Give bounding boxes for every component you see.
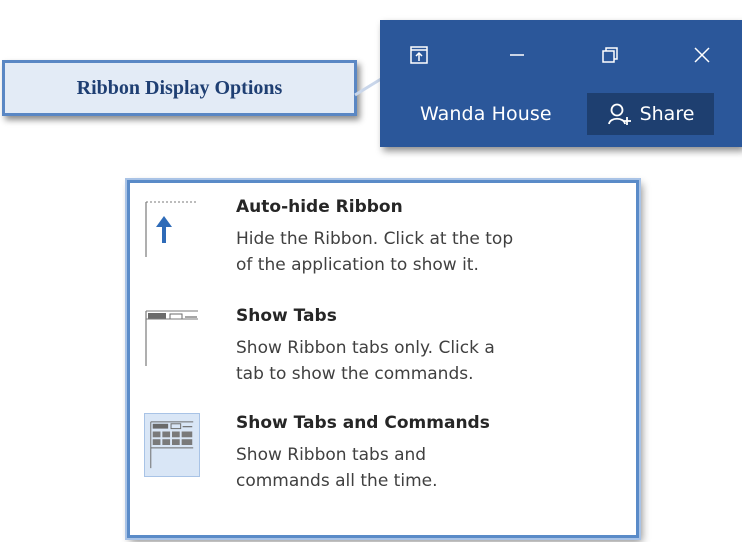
auto-hide-ribbon-icon — [145, 201, 198, 257]
menu-item-description: Hide the Ribbon. Click at the top of the… — [236, 229, 514, 275]
restore-button[interactable] — [593, 38, 627, 72]
ribbon-display-options-callout: Ribbon Display Options — [2, 60, 357, 116]
ribbon-display-options-menu: Auto-hide Ribbon Hide the Ribbon. Click … — [127, 180, 639, 538]
share-button[interactable]: Share — [587, 93, 714, 135]
show-tabs-and-commands-icon — [144, 413, 200, 477]
minimize-icon — [510, 54, 524, 56]
restore-icon — [602, 47, 618, 63]
menu-item-auto-hide-ribbon[interactable]: Auto-hide Ribbon Hide the Ribbon. Click … — [140, 195, 610, 291]
menu-item-title: Show Tabs and Commands — [236, 413, 490, 433]
minimize-button[interactable] — [500, 38, 534, 72]
user-name[interactable]: Wanda House — [420, 103, 552, 125]
add-person-icon — [607, 103, 631, 125]
ribbon-display-options-button[interactable] — [402, 38, 436, 72]
close-button[interactable] — [685, 38, 719, 72]
share-label: Share — [639, 103, 695, 125]
menu-item-description: Show Ribbon tabs only. Click a tab to sh… — [236, 338, 495, 384]
close-icon — [694, 47, 710, 63]
window-title-bar: Wanda House Share — [380, 20, 742, 147]
menu-item-description: Show Ribbon tabs and commands all the ti… — [236, 445, 438, 491]
menu-item-title: Show Tabs — [236, 306, 337, 326]
menu-item-title: Auto-hide Ribbon — [236, 197, 403, 217]
callout-label: Ribbon Display Options — [76, 76, 283, 99]
show-tabs-icon — [145, 310, 198, 366]
ribbon-display-options-icon — [410, 46, 428, 64]
menu-item-show-tabs[interactable]: Show Tabs Show Ribbon tabs only. Click a… — [140, 304, 610, 400]
menu-item-show-tabs-and-commands[interactable]: Show Tabs and Commands Show Ribbon tabs … — [140, 411, 610, 507]
